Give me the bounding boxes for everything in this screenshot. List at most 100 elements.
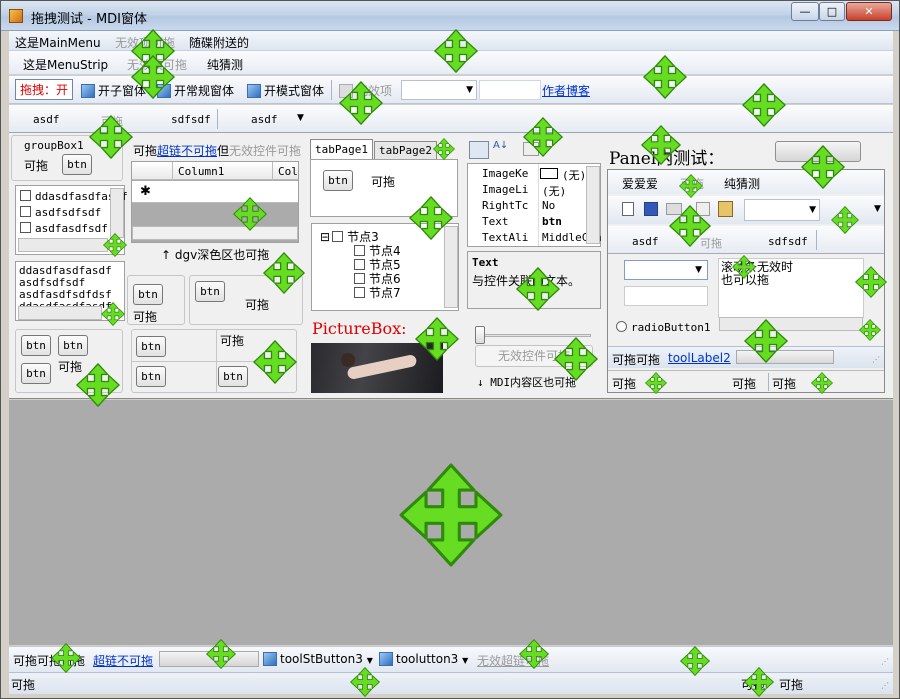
categorized-icon[interactable] <box>469 141 489 159</box>
menustrip-guess[interactable]: 纯猜测 <box>207 56 243 73</box>
move-icon[interactable] <box>744 319 788 363</box>
toolbar-combo[interactable]: ▼ <box>401 80 477 100</box>
move-icon[interactable] <box>263 252 305 294</box>
drag-toggle-button[interactable]: 拖拽：开 <box>15 79 74 100</box>
panel-btn[interactable]: btn <box>218 366 248 387</box>
groupbox-btn[interactable]: btn <box>62 154 92 175</box>
move-icon[interactable] <box>641 125 681 165</box>
maximize-button[interactable]: □ <box>819 2 845 21</box>
move-icon[interactable] <box>253 340 297 384</box>
horizontal-scrollbar[interactable] <box>18 238 108 252</box>
move-icon[interactable] <box>801 145 845 189</box>
paste-icon[interactable] <box>718 201 733 217</box>
prop-row[interactable]: ImageLi (无) <box>482 183 592 198</box>
move-icon[interactable] <box>744 667 774 697</box>
move-icon[interactable] <box>433 138 455 160</box>
tool-dropdown-button[interactable]: toolutton3 ▼ <box>379 652 468 666</box>
grid-column-header[interactable]: Col <box>278 165 298 178</box>
panel-textbox[interactable] <box>624 286 708 306</box>
panel-tab[interactable]: asdf <box>632 235 659 248</box>
checkbox[interactable] <box>20 206 31 217</box>
tab-page2[interactable]: tabPage2 <box>374 141 437 159</box>
resize-grip-icon[interactable]: ⋰ <box>872 355 880 364</box>
move-icon[interactable] <box>669 205 711 247</box>
resize-grip-icon[interactable]: ⋰ <box>881 681 889 690</box>
horizontal-scrollbar[interactable] <box>719 317 863 331</box>
bottom-link[interactable]: 超链不可拖 <box>93 652 153 669</box>
move-icon[interactable] <box>101 302 125 326</box>
open-modal-button[interactable]: 开模式窗体 <box>247 82 324 99</box>
invalid-control-label[interactable]: 无效控件可拖 <box>229 144 301 158</box>
horizontal-scrollbar[interactable] <box>132 226 298 240</box>
move-icon[interactable] <box>409 196 453 240</box>
panel-btn[interactable]: btn <box>136 336 166 357</box>
panel-menu-item[interactable]: 纯猜测 <box>724 175 760 192</box>
panel-combobox[interactable]: ▼ <box>624 260 708 280</box>
horizontal-scrollbar[interactable] <box>18 306 102 320</box>
checkbox[interactable] <box>354 273 365 284</box>
menustrip-label[interactable]: 这是MenuStrip <box>23 56 108 73</box>
move-icon[interactable] <box>859 319 881 341</box>
move-icon[interactable] <box>399 463 503 567</box>
panel-btn[interactable]: btn <box>133 284 163 305</box>
grid-new-row[interactable] <box>132 181 298 203</box>
tabbar-tab4[interactable]: asdf <box>251 113 278 126</box>
author-blog-link[interactable]: 作者博客 <box>542 82 590 99</box>
tabbar-tab3[interactable]: sdfsdf <box>171 113 211 126</box>
move-icon[interactable] <box>732 255 756 279</box>
move-icon[interactable] <box>516 267 560 311</box>
checkbox[interactable] <box>354 259 365 270</box>
panel-tab[interactable]: sdfsdf <box>768 235 808 248</box>
move-icon[interactable] <box>415 317 459 361</box>
move-icon[interactable] <box>233 197 267 231</box>
overflow-icon[interactable]: ▼ <box>874 204 881 214</box>
checked-list-item[interactable]: asdfasdfsdf <box>20 222 112 235</box>
move-icon[interactable] <box>89 115 133 159</box>
prop-row[interactable]: RightTc No <box>482 199 592 212</box>
tabbar-tab1[interactable]: asdf <box>33 113 60 126</box>
save-icon[interactable] <box>644 202 658 216</box>
move-icon[interactable] <box>131 55 175 99</box>
move-icon[interactable] <box>855 266 887 298</box>
trackbar-thumb[interactable] <box>475 326 485 344</box>
tab-btn[interactable]: btn <box>323 170 353 191</box>
tool-split-button[interactable]: toolStButton3 ▼ <box>263 652 373 666</box>
checked-list-item[interactable]: asdfsdfsdf <box>20 206 101 219</box>
menu-main[interactable]: 这是MainMenu <box>15 34 101 51</box>
data-grid[interactable]: Column1 Col ✱ <box>131 161 299 243</box>
panel-btn[interactable]: btn <box>58 335 88 356</box>
vertical-scrollbar[interactable] <box>110 188 124 238</box>
panel-btn[interactable]: btn <box>21 335 51 356</box>
checkbox[interactable] <box>354 245 365 256</box>
title-bar[interactable]: 拖拽测试 - MDI窗体 — □ ✕ <box>1 1 899 31</box>
grid-column-header[interactable]: Column1 <box>178 165 224 178</box>
move-icon[interactable] <box>679 174 703 198</box>
minimize-button[interactable]: — <box>791 2 819 21</box>
chevron-down-icon[interactable]: ▼ <box>297 113 304 123</box>
panel-btn[interactable]: btn <box>21 363 51 384</box>
move-icon[interactable] <box>206 639 236 669</box>
close-button[interactable]: ✕ <box>846 2 892 21</box>
move-icon[interactable] <box>350 667 380 697</box>
move-icon[interactable] <box>339 81 383 125</box>
vertical-scrollbar[interactable] <box>586 166 600 244</box>
move-icon[interactable] <box>76 363 120 407</box>
panel-btn[interactable]: btn <box>195 281 225 302</box>
move-icon[interactable] <box>742 83 786 127</box>
resize-grip-icon[interactable]: ⋰ <box>881 657 889 666</box>
move-icon[interactable] <box>554 337 598 381</box>
panel-combo[interactable]: ▼ <box>744 199 820 221</box>
panel-menu-item[interactable]: 爱爱爱 <box>622 175 658 192</box>
prop-row[interactable]: Text btn <box>482 215 592 228</box>
checkbox[interactable] <box>332 231 344 242</box>
checkbox[interactable] <box>20 222 31 233</box>
tab-page1[interactable]: tabPage1 <box>310 139 373 159</box>
panel-btn[interactable]: btn <box>136 366 166 387</box>
sort-az-icon[interactable]: A↓ <box>493 140 508 151</box>
move-icon[interactable] <box>434 29 478 73</box>
move-icon[interactable] <box>103 233 127 257</box>
checkbox[interactable] <box>20 190 31 201</box>
move-icon[interactable] <box>645 372 667 394</box>
radio-button[interactable]: radioButton1 <box>616 320 710 334</box>
new-doc-icon[interactable] <box>622 202 634 216</box>
